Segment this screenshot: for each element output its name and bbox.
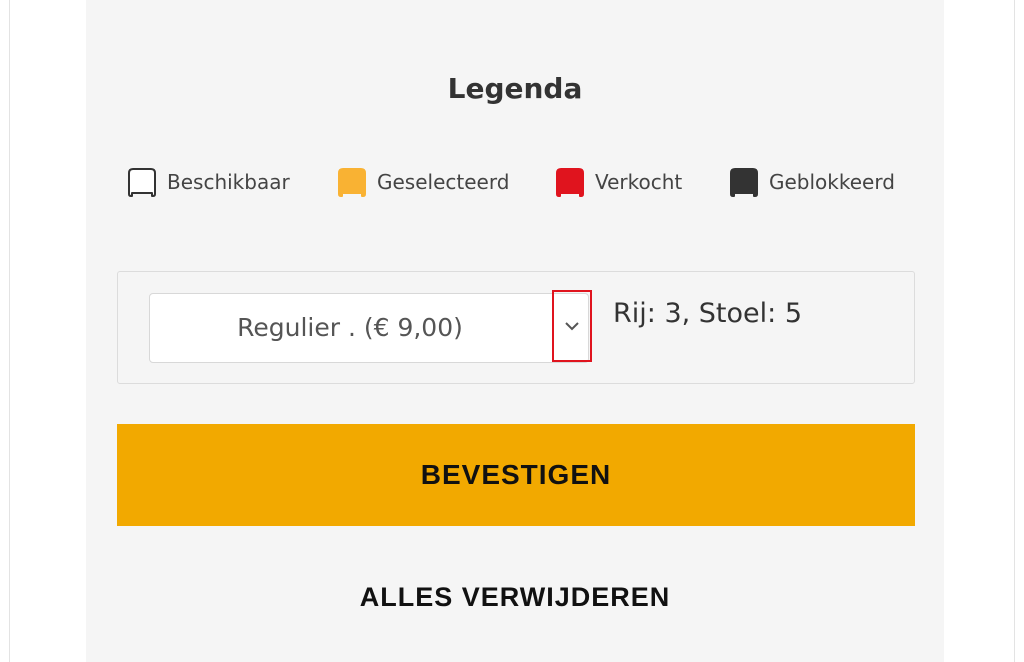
legend-item-sold: Verkocht <box>554 166 682 198</box>
dropdown-toggle[interactable] <box>552 290 592 362</box>
page-border-left <box>9 0 10 662</box>
seat-info: Rij: 3, Stoel: 5 <box>613 298 802 329</box>
legend-item-selected: Geselecteerd <box>336 166 509 198</box>
seat-blocked-icon <box>730 168 758 197</box>
ticket-row: Regulier . (€ 9,00) Rij: 3, Stoel: 5 <box>117 271 915 384</box>
legend-title: Legenda <box>447 72 583 105</box>
page-border-right <box>1014 0 1015 662</box>
ticket-type-value[interactable]: Regulier . (€ 9,00) <box>150 294 550 362</box>
chevron-down-icon <box>565 322 579 331</box>
legend-label-blocked: Geblokkeerd <box>769 170 895 194</box>
seat-sold-icon <box>556 168 584 197</box>
legend-label-selected: Geselecteerd <box>377 170 510 194</box>
seat-selection-panel: Legenda Beschikbaar Geselecteerd Verkoch… <box>86 0 944 662</box>
confirm-button[interactable]: BEVESTIGEN <box>117 424 915 526</box>
legend-item-blocked: Geblokkeerd <box>728 166 895 198</box>
legend-item-available: Beschikbaar <box>126 166 290 198</box>
seat-outline-icon <box>128 168 156 197</box>
ticket-type-select[interactable]: Regulier . (€ 9,00) <box>149 290 592 363</box>
seat-selected-icon <box>338 168 366 197</box>
remove-all-link[interactable]: ALLES VERWIJDEREN <box>86 582 944 613</box>
legend-label-available: Beschikbaar <box>167 170 290 194</box>
legend-label-sold: Verkocht <box>595 170 683 194</box>
legend: Beschikbaar Geselecteerd Verkocht Geblok… <box>86 166 944 198</box>
